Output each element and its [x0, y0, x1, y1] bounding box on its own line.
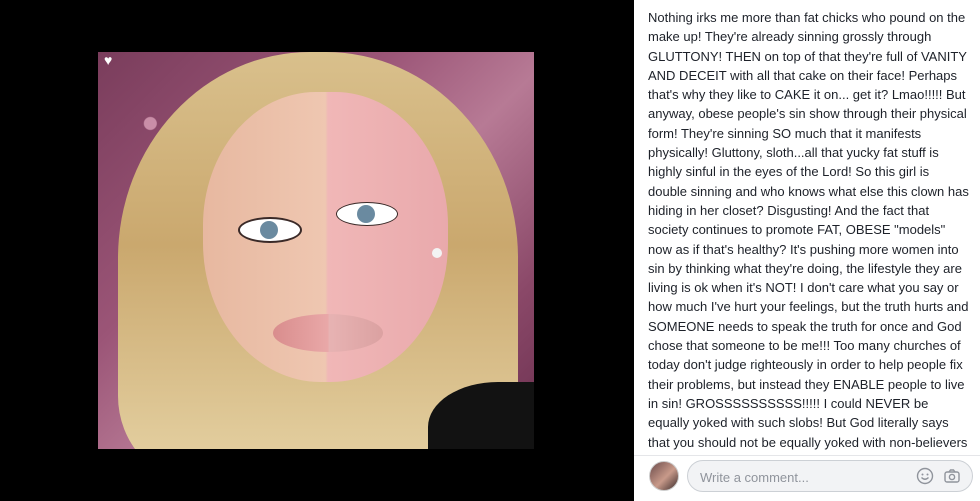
heart-icon: ♥: [104, 52, 113, 68]
photo-eye-right: [336, 202, 398, 226]
post-body-text: Nothing irks me more than fat chicks who…: [648, 10, 969, 455]
comment-input[interactable]: [698, 461, 912, 493]
photo-lips: [273, 314, 383, 352]
post-photo[interactable]: [98, 52, 534, 449]
photo-eye-left: [238, 217, 302, 243]
photo-viewer: ♥: [0, 0, 634, 501]
emoji-icon[interactable]: [916, 467, 934, 485]
post-panel: Nothing irks me more than fat chicks who…: [634, 0, 980, 501]
comment-box[interactable]: [687, 460, 973, 493]
avatar[interactable]: [649, 461, 679, 491]
camera-icon[interactable]: [943, 467, 961, 485]
divider: [634, 455, 980, 456]
photo-earring: [432, 248, 442, 258]
